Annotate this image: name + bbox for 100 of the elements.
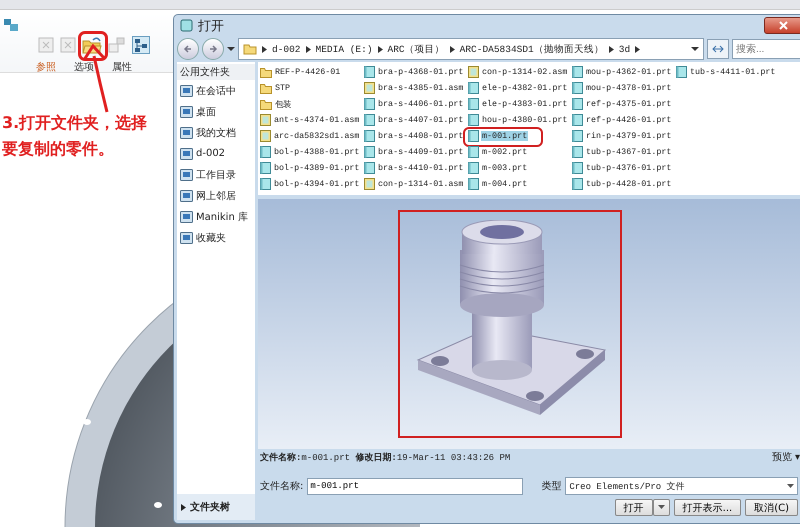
file-item[interactable]: m-003.prt xyxy=(468,160,572,176)
folder-icon xyxy=(260,66,272,78)
assembly-file-icon xyxy=(468,66,479,78)
file-item[interactable]: bra-s-4406-01.prt xyxy=(364,96,468,112)
expand-arrow-icon xyxy=(181,504,186,510)
sidebar-item[interactable]: d-002 xyxy=(177,143,255,164)
tree-icon[interactable] xyxy=(132,36,150,54)
chevron-icon xyxy=(635,46,640,52)
caret-icon[interactable] xyxy=(227,46,235,52)
file-item[interactable]: tub-p-4367-01.prt xyxy=(572,144,676,160)
file-item[interactable]: m-002.prt xyxy=(468,144,572,160)
breadcrumb-item[interactable]: 3d xyxy=(618,44,630,54)
highlight-ring xyxy=(78,31,108,61)
part-file-icon xyxy=(364,146,375,158)
window-icon xyxy=(180,19,193,32)
sidebar-item[interactable]: 网上邻居 xyxy=(177,185,255,206)
folder-icon xyxy=(243,43,257,55)
sidebar-item[interactable]: 在会话中 xyxy=(177,80,255,101)
file-item[interactable]: bol-p-4389-01.prt xyxy=(260,160,364,176)
sidebar-item[interactable]: 收藏夹 xyxy=(177,227,255,248)
file-item[interactable]: rin-p-4379-01.prt xyxy=(572,128,676,144)
file-item[interactable]: 包装 xyxy=(260,96,364,112)
folder-icon xyxy=(260,82,272,94)
address-bar[interactable]: d-002 MEDIA (E:) ARC（项目） ARC-DA5834SD1（抛物面天线） 3d xyxy=(238,38,704,60)
chevron-icon xyxy=(262,46,267,52)
cancel-button[interactable]: 取消(C) xyxy=(745,499,798,516)
chevron-icon xyxy=(306,46,311,52)
location-icon xyxy=(180,126,193,138)
part-file-icon xyxy=(364,98,375,110)
open-button[interactable]: 打开 xyxy=(614,499,653,516)
location-icon xyxy=(180,168,193,180)
file-item[interactable]: bra-s-4409-01.prt xyxy=(364,144,468,160)
file-item[interactable]: hou-p-4380-01.prt xyxy=(468,112,572,128)
file-item[interactable]: con-p-1314-02.asm xyxy=(468,64,572,80)
assembly-file-icon xyxy=(364,178,375,190)
close-button[interactable] xyxy=(764,17,800,34)
file-item[interactable]: REF-P-4426-01 xyxy=(260,64,364,80)
breadcrumb-item[interactable]: ARC（项目） xyxy=(388,42,445,56)
sidebar-item[interactable]: 工作目录 xyxy=(177,164,255,185)
assembly-file-icon xyxy=(260,130,271,142)
back-button[interactable] xyxy=(177,38,199,60)
ribbon-tab[interactable]: 参照 xyxy=(36,60,56,74)
part-file-icon xyxy=(572,114,583,126)
file-item[interactable]: mou-p-4378-01.prt xyxy=(572,80,676,96)
file-item[interactable]: m-001.prt xyxy=(468,128,572,144)
part-file-icon xyxy=(364,162,375,174)
ribbon-tab[interactable]: 选项 xyxy=(74,60,94,74)
file-item[interactable]: ele-p-4383-01.prt xyxy=(468,96,572,112)
caret-icon[interactable] xyxy=(691,46,699,52)
location-icon xyxy=(180,148,193,160)
location-icon xyxy=(180,232,193,244)
file-item[interactable]: bra-s-4407-01.prt xyxy=(364,112,468,128)
assembly-file-icon xyxy=(364,82,375,94)
search-field[interactable]: 搜索... xyxy=(732,39,800,59)
part-file-icon xyxy=(468,146,479,158)
open-options-button[interactable] xyxy=(652,499,670,516)
file-item[interactable]: bra-s-4385-01.asm xyxy=(364,80,468,96)
file-item[interactable]: STP xyxy=(260,80,364,96)
sidebar-item[interactable]: Manikin 库 xyxy=(177,206,255,227)
folder-icon xyxy=(260,98,272,110)
sidebar-item[interactable]: 我的文档 xyxy=(177,122,255,143)
breadcrumb-item[interactable]: ARC-DA5834SD1（抛物面天线） xyxy=(460,42,604,56)
ribbon-tab[interactable]: 属性 xyxy=(112,60,132,74)
back-arrow-icon xyxy=(183,44,193,54)
file-item[interactable]: bra-s-4408-01.prt xyxy=(364,128,468,144)
open-representation-button[interactable]: 打开表示... xyxy=(674,499,742,516)
filename-field[interactable]: m-001.prt xyxy=(307,478,524,494)
part-file-icon xyxy=(572,98,583,110)
file-item[interactable]: ref-p-4375-01.prt xyxy=(572,96,676,112)
file-item[interactable]: tub-s-4411-01.prt xyxy=(676,64,780,80)
breadcrumb-item[interactable]: d-002 xyxy=(272,44,301,54)
part-file-icon xyxy=(572,66,583,78)
file-item[interactable]: bol-p-4394-01.prt xyxy=(260,176,364,192)
folder-tree-toggle[interactable]: 文件夹树 xyxy=(177,494,255,520)
preview-toggle[interactable]: 预览 ▾ xyxy=(772,450,800,464)
file-item[interactable]: bra-s-4410-01.prt xyxy=(364,160,468,176)
type-dropdown[interactable]: Creo Elements/Pro 文件 xyxy=(565,477,798,495)
file-item[interactable]: tub-p-4376-01.prt xyxy=(572,160,676,176)
part-file-icon xyxy=(468,82,479,94)
part-file-icon xyxy=(260,162,271,174)
model-icon[interactable] xyxy=(3,18,19,32)
file-item[interactable]: m-004.prt xyxy=(468,176,572,192)
file-item[interactable]: tub-p-4428-01.prt xyxy=(572,176,676,192)
breadcrumb-item[interactable]: MEDIA (E:) xyxy=(316,44,373,54)
file-item[interactable]: ant-s-4374-01.asm xyxy=(260,112,364,128)
open-folder-icon[interactable] xyxy=(82,36,102,54)
sidebar-item[interactable]: 桌面 xyxy=(177,101,255,122)
file-item[interactable]: ref-p-4426-01.prt xyxy=(572,112,676,128)
forward-button[interactable] xyxy=(202,38,224,60)
window-title: 打开 xyxy=(198,18,224,34)
file-item[interactable]: con-p-1314-01.asm xyxy=(364,176,468,192)
file-item[interactable]: bol-p-4388-01.prt xyxy=(260,144,364,160)
file-item[interactable]: arc-da5832sd1.asm xyxy=(260,128,364,144)
file-item[interactable]: mou-p-4362-01.prt xyxy=(572,64,676,80)
chevron-icon xyxy=(608,46,614,52)
file-item[interactable]: bra-p-4368-01.prt xyxy=(364,64,468,80)
type-label: 类型 xyxy=(541,480,562,493)
file-item[interactable]: ele-p-4382-01.prt xyxy=(468,80,572,96)
refresh-button[interactable] xyxy=(707,39,729,59)
location-icon xyxy=(180,210,193,222)
